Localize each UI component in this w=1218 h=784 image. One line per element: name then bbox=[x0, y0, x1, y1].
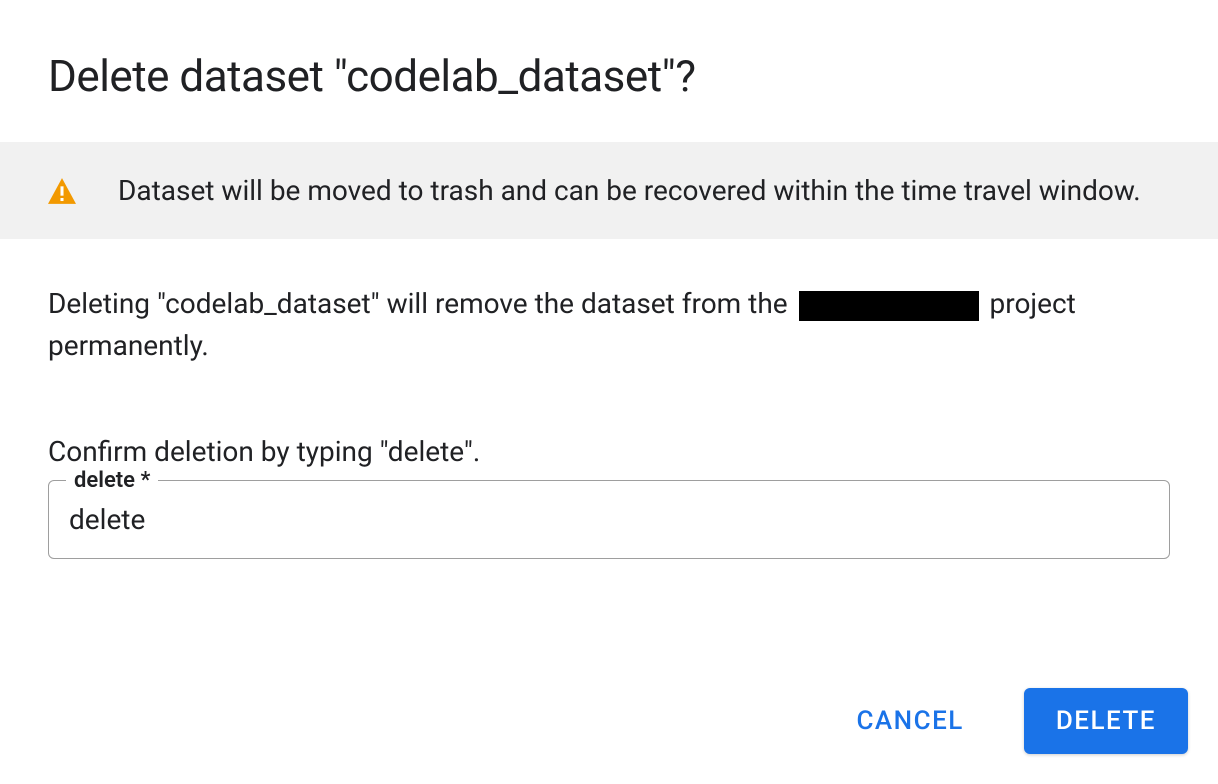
delete-confirmation-input[interactable] bbox=[48, 480, 1170, 559]
banner-text: Dataset will be moved to trash and can b… bbox=[118, 174, 1141, 207]
dialog-title: Delete dataset "codelab_dataset"? bbox=[0, 0, 1218, 142]
body-text-before: Deleting "codelab_dataset" will remove t… bbox=[48, 287, 795, 320]
delete-dataset-dialog: Delete dataset "codelab_dataset"? Datase… bbox=[0, 0, 1218, 784]
input-wrapper: delete * bbox=[48, 480, 1170, 559]
delete-button[interactable]: DELETE bbox=[1024, 688, 1188, 754]
warning-icon bbox=[48, 178, 76, 204]
input-label: delete * bbox=[66, 468, 158, 493]
info-banner: Dataset will be moved to trash and can b… bbox=[0, 142, 1218, 239]
confirm-section: Confirm deletion by typing "delete". del… bbox=[48, 435, 1170, 559]
redacted-project-name bbox=[799, 291, 979, 321]
deletion-description: Deleting "codelab_dataset" will remove t… bbox=[48, 283, 1170, 367]
cancel-button[interactable]: CANCEL bbox=[824, 688, 995, 754]
dialog-actions: CANCEL DELETE bbox=[0, 658, 1218, 784]
confirm-instruction: Confirm deletion by typing "delete". bbox=[48, 435, 1170, 468]
dialog-body: Deleting "codelab_dataset" will remove t… bbox=[0, 239, 1218, 579]
